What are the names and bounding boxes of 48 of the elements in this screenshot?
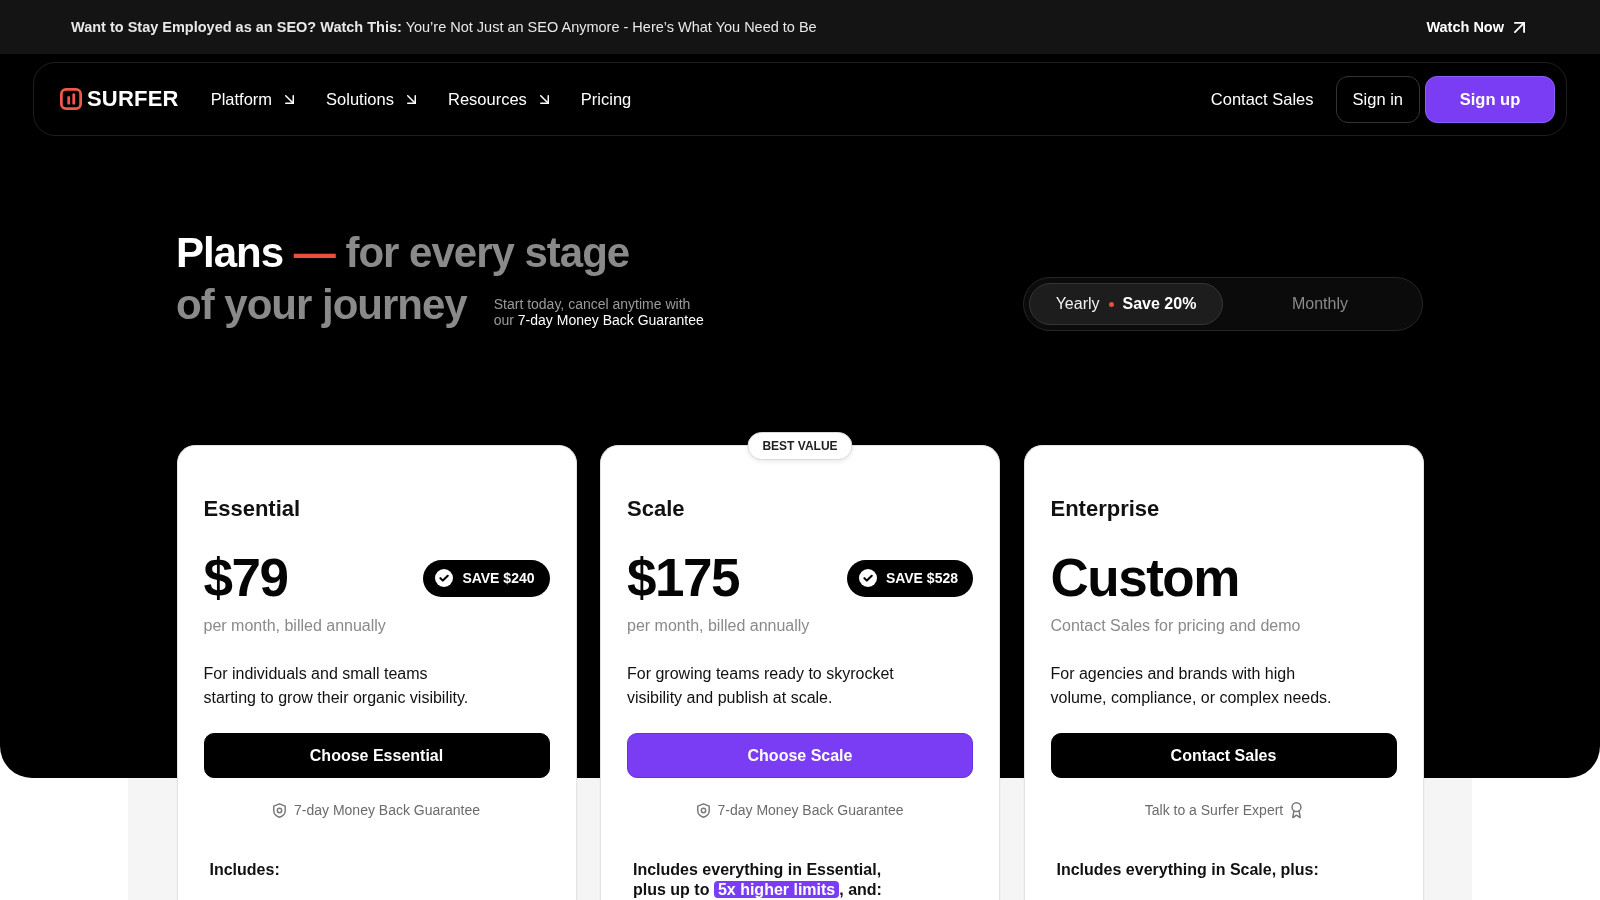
nav-item[interactable]: Pricing xyxy=(580,89,632,109)
check-badge-icon xyxy=(858,569,877,587)
plan-note: 7-day Money Back Guarantee xyxy=(717,801,904,820)
billing-period: Contact Sales for pricing and demo xyxy=(1050,616,1302,636)
award-icon xyxy=(1291,801,1303,819)
plan-note: Talk to a Surfer Expert xyxy=(1144,801,1284,820)
plan-description: For agencies and brands with high volume, compliance, or complex needs. xyxy=(1050,664,1333,708)
announcement-text: Want to Stay Employed as an SEO? Watch This: You’re Not Just an SEO Anymore - Here’s What You Need to Be xyxy=(71,19,817,35)
billing-option[interactable]: Yearly Save 20% xyxy=(1029,283,1223,325)
billing-period: per month, billed annually xyxy=(627,616,811,636)
guarantee-link[interactable]: 7-day Money Back Guarantee xyxy=(517,312,704,328)
shield-icon xyxy=(273,802,286,818)
plan-name: Essential xyxy=(203,495,302,523)
includes-heading: Includes everything in Essential, plus up to 5x higher limits , and: xyxy=(632,860,883,900)
plan-note: 7-day Money Back Guarantee xyxy=(294,801,480,820)
plan-name: Scale xyxy=(627,495,686,523)
page-heading: of your journey xyxy=(176,280,467,330)
arrow-up-right-icon xyxy=(1514,21,1525,33)
best-value-badge: BEST VALUE xyxy=(747,432,853,460)
plan-price: $175 xyxy=(627,548,739,608)
sign-in-button[interactable]: Sign in xyxy=(1335,75,1420,123)
page-heading: Plans — for every stage xyxy=(176,228,631,278)
hero-note: Start today, cancel anytime with our 7-day Money Back Guarantee xyxy=(493,296,705,328)
sign-up-button[interactable]: Sign up xyxy=(1425,75,1555,123)
includes-heading: Includes: xyxy=(208,860,281,880)
nav-item[interactable]: Solutions xyxy=(326,89,416,109)
check-badge-icon xyxy=(435,569,454,587)
savings-badge: SAVE $240 xyxy=(423,559,550,597)
shield-icon xyxy=(696,802,710,818)
plan-cta-button[interactable]: Choose Scale xyxy=(627,733,973,778)
includes-heading: Includes everything in Scale, plus: xyxy=(1055,860,1320,880)
plan-name: Enterprise xyxy=(1050,495,1161,523)
logo-text: SURFER xyxy=(87,86,179,112)
dot-icon xyxy=(1108,301,1114,307)
plan-description: For growing teams ready to skyrocket visibility and publish at scale. xyxy=(627,664,895,708)
contact-sales-link[interactable]: Contact Sales xyxy=(1210,89,1314,109)
plan-price: Custom xyxy=(1050,548,1239,608)
plan-cta-button[interactable]: Contact Sales xyxy=(1050,733,1397,778)
plan-cta-button[interactable]: Choose Essential xyxy=(203,733,550,778)
nav-item[interactable]: Resources xyxy=(448,89,549,109)
billing-period: per month, billed annually xyxy=(203,616,387,636)
plan-description: For individuals and small teams starting to grow their organic visibility. xyxy=(203,664,470,708)
billing-option[interactable]: Monthly xyxy=(1223,283,1417,325)
plan-price: $79 xyxy=(203,548,288,608)
savings-badge: SAVE $528 xyxy=(846,559,973,597)
watch-now-link[interactable]: Watch Now xyxy=(1426,19,1525,35)
nav-item[interactable]: Platform xyxy=(210,89,295,109)
logo-icon xyxy=(60,88,82,110)
